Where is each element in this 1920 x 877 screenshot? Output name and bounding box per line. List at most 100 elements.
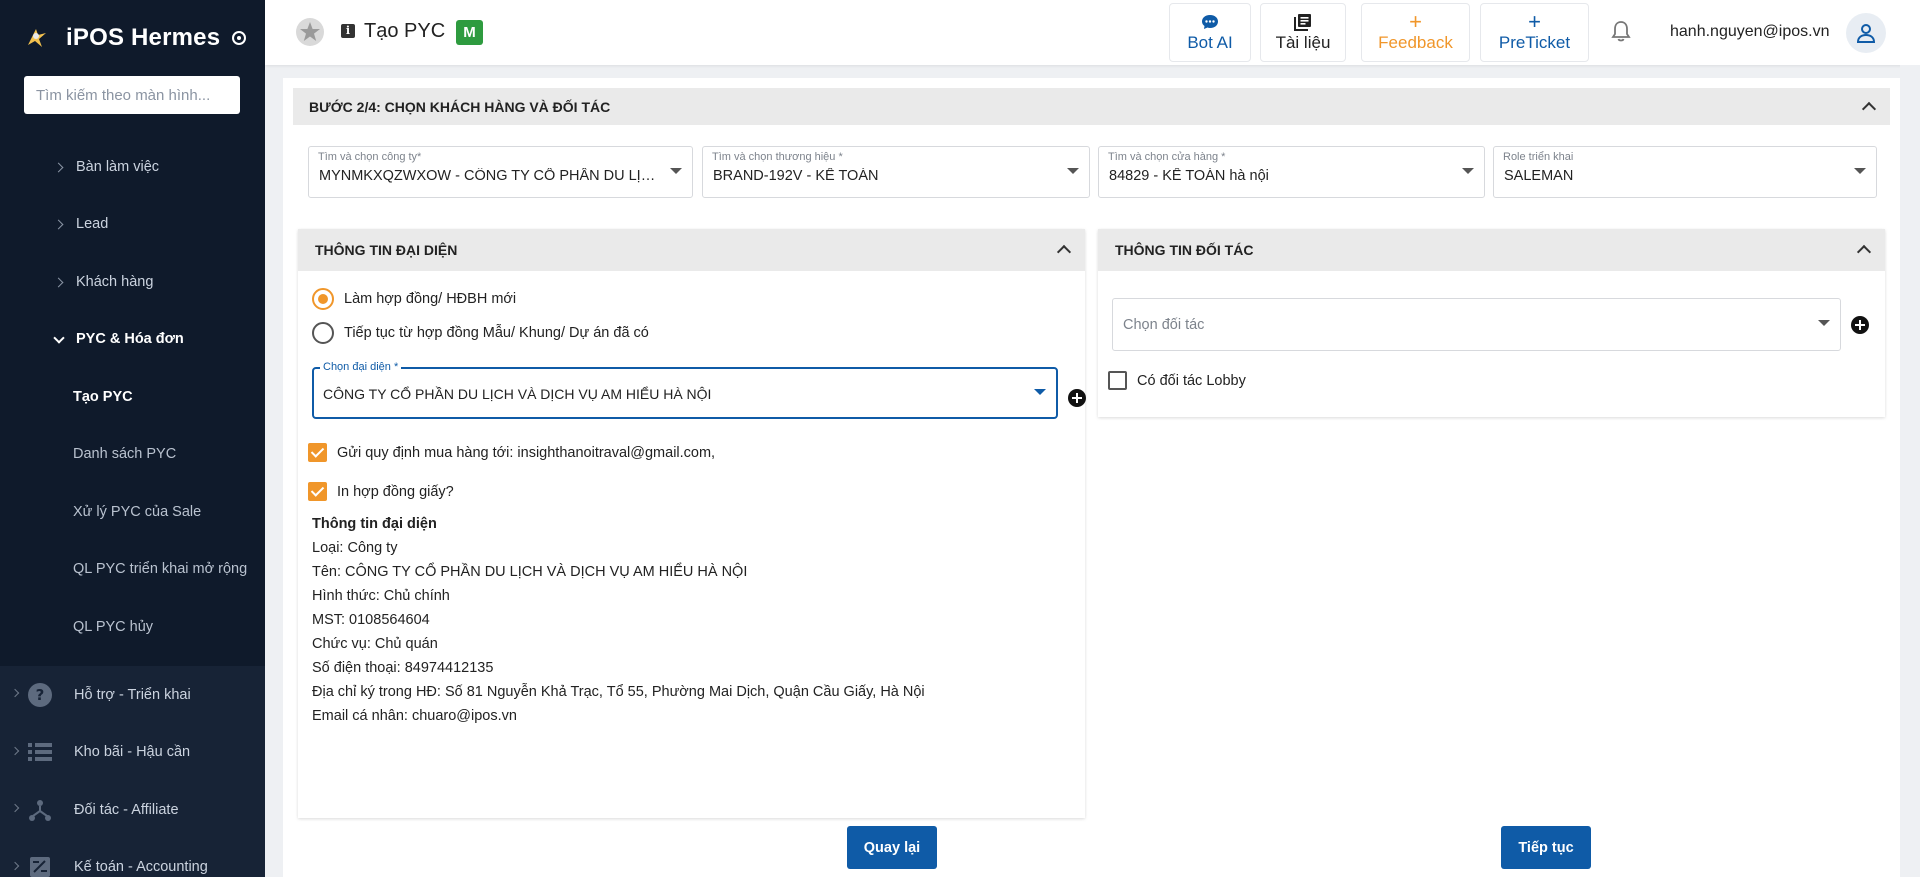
sidebar-item-ke-toan[interactable]: Kế toán - Accounting [0, 839, 265, 877]
preticket-label: PreTicket [1498, 32, 1571, 52]
radio-selected-icon [312, 288, 334, 310]
sidebar-search-input[interactable] [24, 76, 240, 114]
sidebar-item-ql-pyc-huy[interactable]: QL PYC hủy [0, 598, 265, 656]
sidebar-item-ql-pyc-mo-rong[interactable]: QL PYC triển khai mở rộng [0, 541, 265, 599]
brand-select-value: BRAND-192V - KẾ TOÁN [713, 168, 879, 184]
bot-ai-label: Bot AI [1187, 32, 1233, 52]
send-purchase-rules-checkbox[interactable]: Gửi quy định mua hàng tới: insighthanoit… [308, 443, 715, 462]
svg-text:?: ? [36, 686, 45, 704]
sidebar-group-pyc-hoa-don[interactable]: PYC & Hóa đơn [0, 311, 265, 369]
representative-select-value: CÔNG TY CỔ PHẦN DU LỊCH VÀ DỊCH VỤ AM HI… [323, 386, 712, 402]
bot-ai-button[interactable]: Bot AI [1169, 3, 1251, 62]
sidebar-item-tao-pyc[interactable]: Tạo PYC [0, 368, 265, 426]
radio-new-contract-label: Làm hợp đồng/ HĐBH mới [344, 291, 517, 307]
feedback-label: Feedback [1378, 32, 1453, 52]
sidebar-item-label: Lead [76, 216, 109, 233]
docs-button[interactable]: Tài liệu [1260, 3, 1346, 62]
representative-panel-title: THÔNG TIN ĐẠI DIỆN [315, 242, 458, 258]
info-icon[interactable]: i [341, 24, 355, 38]
store-select-label: Tìm và chọn cửa hàng * [1108, 151, 1226, 163]
chevron-right-icon [54, 162, 64, 172]
radio-continue-contract[interactable]: Tiếp tục từ hợp đồng Mẫu/ Khung/ Dự án đ… [312, 322, 649, 344]
sidebar-item-xu-ly-pyc[interactable]: Xử lý PYC của Sale [0, 483, 265, 541]
back-button[interactable]: Quay lại [847, 826, 937, 869]
info-position: Chức vụ: Chủ quán [312, 636, 438, 652]
info-email: Email cá nhân: chuaro@ipos.vn [312, 708, 517, 724]
top-header: i Tạo PYC M Bot AI Tài liệu + Feedback +… [265, 0, 1920, 65]
dropdown-arrow-icon [1854, 168, 1866, 174]
company-select[interactable]: Tìm và chọn công ty* MYNMKXQZWXOW - CÔNG… [308, 146, 693, 198]
preticket-button[interactable]: + PreTicket [1480, 3, 1589, 62]
role-select-label: Role triển khai [1503, 151, 1574, 163]
representative-panel-header[interactable]: THÔNG TIN ĐẠI DIỆN [298, 229, 1085, 271]
sidebar-item-doi-tac[interactable]: Đối tác - Affiliate [0, 781, 265, 839]
partner-panel-title: THÔNG TIN ĐỐI TÁC [1115, 242, 1254, 258]
partner-select[interactable]: Chọn đối tác [1112, 298, 1841, 351]
role-select[interactable]: Role triển khai SALEMAN [1493, 146, 1877, 198]
chat-bubble-icon [1201, 13, 1219, 31]
radio-new-contract[interactable]: Làm hợp đồng/ HĐBH mới [312, 288, 516, 310]
step-header[interactable]: BƯỚC 2/4: CHỌN KHÁCH HÀNG VÀ ĐỐI TÁC [293, 88, 1890, 125]
add-partner-button[interactable] [1851, 316, 1869, 334]
page-scrollbar[interactable] [1900, 65, 1920, 815]
chevron-right-icon [54, 219, 64, 229]
brand-select-label: Tìm và chọn thương hiệu * [712, 151, 843, 163]
representative-select-label: Chọn đại diện * [320, 361, 402, 373]
lobby-partner-label: Có đối tác Lobby [1137, 372, 1246, 389]
info-phone: Số điện thoại: 84974412135 [312, 660, 494, 676]
sidebar-item-ho-tro[interactable]: ? Hỗ trợ - Triển khai [0, 666, 265, 724]
brand-select[interactable]: Tìm và chọn thương hiệu * BRAND-192V - K… [702, 146, 1090, 198]
chevron-right-icon [54, 277, 64, 287]
notification-bell-icon[interactable] [1608, 19, 1634, 45]
partner-panel: THÔNG TIN ĐỐI TÁC Chọn đối tác Có đối tá… [1098, 229, 1885, 417]
page-title: Tạo PYC [364, 20, 446, 42]
brand[interactable]: iPOS Hermes [24, 22, 247, 54]
chevron-up-icon [1861, 101, 1877, 117]
avatar[interactable] [1846, 13, 1886, 53]
plus-icon: + [1528, 8, 1541, 34]
chevron-right-icon [10, 861, 20, 870]
chevron-right-icon [10, 803, 20, 813]
representative-select[interactable]: Chọn đại diện * CÔNG TY CỔ PHẦN DU LỊCH … [312, 361, 1058, 419]
sidebar-item-kho-bai[interactable]: Kho bãi - Hậu cần [0, 724, 265, 782]
dropdown-arrow-icon [1818, 320, 1830, 326]
sidebar-item-lead[interactable]: Lead [0, 196, 265, 254]
lobby-partner-checkbox[interactable]: Có đối tác Lobby [1108, 371, 1246, 390]
sidebar-item-label: QL PYC hủy [73, 618, 154, 635]
partner-select-placeholder: Chọn đối tác [1123, 317, 1205, 333]
network-icon [27, 797, 53, 823]
dropdown-arrow-icon [670, 168, 682, 174]
user-email[interactable]: hanh.nguyen@ipos.vn [1670, 23, 1829, 41]
chevron-right-icon [10, 688, 20, 698]
brand-status-icon[interactable] [232, 31, 247, 45]
library-icon [1294, 13, 1312, 31]
sidebar-item-danh-sach-pyc[interactable]: Danh sách PYC [0, 426, 265, 484]
info-type: Loại: Công ty [312, 540, 398, 556]
checkbox-checked-icon [308, 482, 327, 501]
plus-icon: + [1409, 8, 1422, 34]
module-badge: M [456, 20, 483, 45]
chevron-up-icon [1856, 244, 1872, 260]
next-button[interactable]: Tiếp tục [1501, 826, 1591, 869]
sidebar-group-label: PYC & Hóa đơn [76, 331, 184, 348]
sidebar-item-label: Khách hàng [76, 273, 154, 290]
list-icon [27, 739, 53, 765]
sidebar-item-label: Kho bãi - Hậu cần [74, 744, 191, 761]
store-select[interactable]: Tìm và chọn cửa hàng * 84829 - KẾ TOÁN h… [1098, 146, 1485, 198]
chevron-down-icon [54, 334, 64, 344]
company-select-value: MYNMKXQZWXOW - CÔNG TY CỔ PHẦN DU LỊCH V… [319, 168, 664, 184]
partner-panel-header[interactable]: THÔNG TIN ĐỐI TÁC [1098, 229, 1885, 271]
favorite-star-icon[interactable] [295, 17, 325, 47]
sidebar-item-ban-lam-viec[interactable]: Bàn làm việc [0, 138, 265, 196]
print-paper-contract-checkbox[interactable]: In hợp đồng giấy? [308, 482, 454, 501]
sidebar-item-khach-hang[interactable]: Khách hàng [0, 253, 265, 311]
feedback-button[interactable]: + Feedback [1361, 3, 1470, 62]
representative-info-title: Thông tin đại diện [312, 516, 437, 532]
print-paper-contract-label: In hợp đồng giấy? [337, 483, 454, 500]
add-representative-button[interactable] [1068, 389, 1086, 407]
role-select-value: SALEMAN [1504, 168, 1574, 184]
sidebar-item-label: Bàn làm việc [76, 158, 160, 175]
sidebar-item-label: QL PYC triển khai mở rộng [73, 561, 248, 578]
chevron-up-icon [1056, 244, 1072, 260]
chevron-right-icon [10, 746, 20, 755]
